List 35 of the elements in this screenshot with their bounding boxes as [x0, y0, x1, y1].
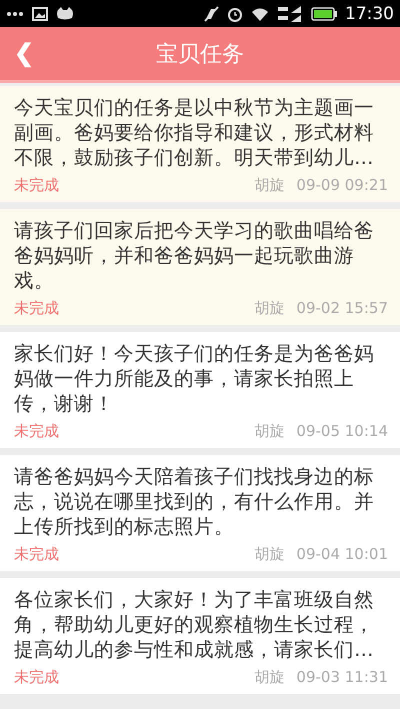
cat-icon	[56, 7, 74, 20]
task-time: 09-03 11:31	[296, 668, 388, 686]
task-status: 未完成	[14, 544, 59, 564]
task-time: 09-02 15:57	[296, 299, 388, 317]
task-text: 各位家长们，大家好！为了丰富班级自然角，帮助幼儿更好的观察植物生长过程，提高幼儿的参与性和成就感，请家长们…	[14, 587, 374, 662]
task-author: 胡旋	[254, 668, 284, 686]
task-text: 家长们好！今天孩子们的任务是为爸爸妈妈做一件力所能及的事，请家长拍照上传，谢谢！	[14, 341, 374, 416]
task-author: 胡旋	[254, 422, 284, 440]
page-title: 宝贝任务	[156, 40, 244, 68]
task-text: 今天宝贝们的任务是以中秋节为主题画一副画。爸妈要给你指导和建议，形式材料不限，鼓励孩子们创新。明天带到幼儿…	[14, 95, 374, 170]
wifi-icon	[251, 6, 269, 20]
battery-icon	[311, 6, 337, 20]
mute-icon	[203, 6, 219, 22]
more-icon	[6, 10, 24, 16]
task-author: 胡旋	[254, 544, 284, 564]
task-author: 胡旋	[254, 298, 284, 318]
task-card[interactable]: 今天宝贝们的任务是以中秋节为主题画一副画。爸妈要给你指导和建议，形式材料不限，鼓励孩子们创新。明天带到幼儿… 未完成 胡旋 09-09 09:21	[0, 86, 400, 202]
task-card[interactable]: 请孩子们回家后把今天学习的歌曲唱给爸爸妈妈听，并和爸爸妈妈一起玩歌曲游戏。 未完成 胡旋 09-02 15:57	[0, 209, 400, 325]
task-status: 未完成	[14, 298, 59, 318]
signal-icon	[277, 4, 303, 22]
task-time: 09-09 09:21	[296, 176, 388, 194]
task-text: 请爸爸妈妈今天陪着孩子们找找身边的标志，说说在哪里找到的，有什么作用。并上传所找到的标志照片。	[14, 464, 374, 539]
task-text: 请孩子们回家后把今天学习的歌曲唱给爸爸妈妈听，并和爸爸妈妈一起玩歌曲游戏。	[14, 218, 374, 293]
task-status: 未完成	[14, 176, 59, 194]
task-card[interactable]: 请爸爸妈妈今天陪着孩子们找找身边的标志，说说在哪里找到的，有什么作用。并上传所找到的标志照片。 未完成 胡旋 09-04 10:01	[0, 455, 400, 571]
task-card[interactable]: 家长们好！今天孩子们的任务是为爸爸妈妈做一件力所能及的事，请家长拍照上传，谢谢！ 未完成 胡旋 09-05 10:14	[0, 332, 400, 448]
task-time: 09-05 10:14	[296, 422, 388, 440]
image-icon	[32, 6, 48, 20]
task-status: 未完成	[14, 668, 59, 686]
alarm-icon	[227, 6, 243, 22]
clock-time: 17:30	[345, 4, 394, 24]
task-card[interactable]: 各位家长们，大家好！为了丰富班级自然角，帮助幼儿更好的观察植物生长过程，提高幼儿的参与性和成就感，请家长们… 未完成 胡旋 09-03 11:31	[0, 578, 400, 694]
task-status: 未完成	[14, 422, 59, 440]
task-time: 09-04 10:01	[296, 545, 388, 563]
task-author: 胡旋	[254, 176, 284, 194]
